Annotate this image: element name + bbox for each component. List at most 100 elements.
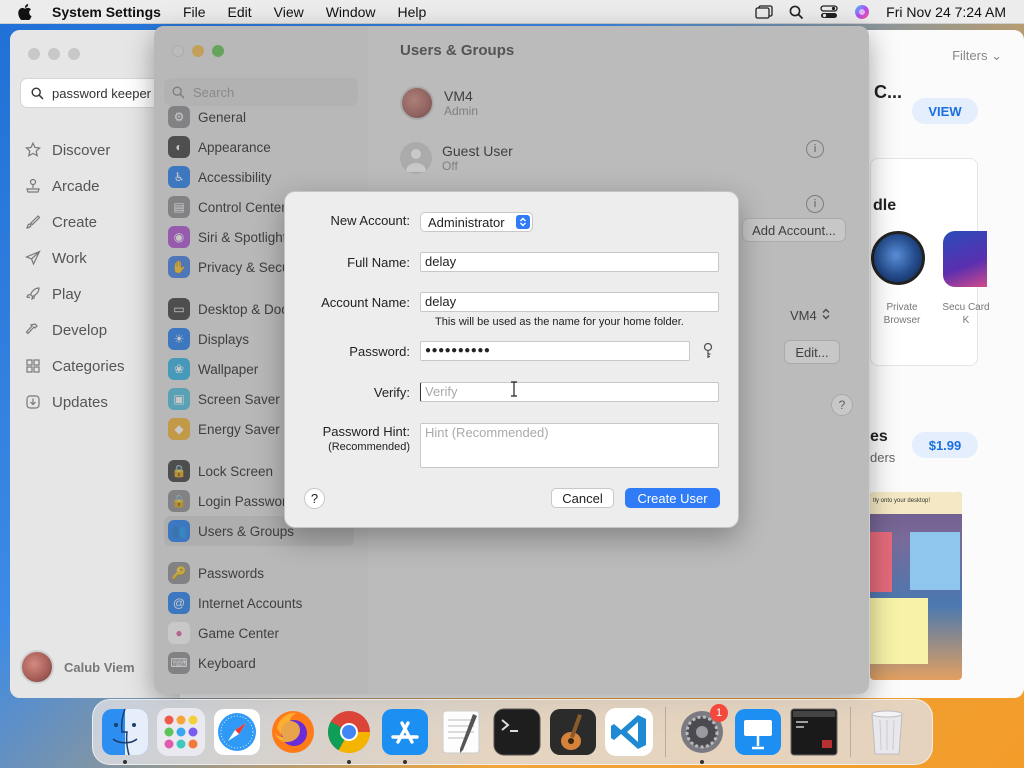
password-field[interactable]: ●●●●●●●●●● [420,341,690,361]
nav-label: Arcade [52,177,100,195]
full-name-field[interactable]: delay [420,252,719,272]
app-screenshot[interactable]: tly onto your desktop! [870,492,962,680]
chrome-icon[interactable] [325,708,373,764]
garageband-icon[interactable] [549,708,597,756]
price-button[interactable]: $1.99 [912,432,978,458]
dock-separator [850,707,851,757]
nav-categories[interactable]: Categories [24,348,125,384]
bundle-card[interactable]: dle Private Browser Secu Card K [870,158,990,366]
settings-category-icon: ▣ [168,388,190,410]
search-icon [31,86,44,100]
secure-card-app-icon[interactable] [943,231,987,287]
launchpad-icon[interactable] [157,708,205,756]
settings-category-icon: ◉ [168,226,190,248]
zoom-button[interactable] [68,48,80,60]
nav-discover[interactable]: Discover [24,132,125,168]
menu-file[interactable]: File [183,4,206,20]
keynote-icon[interactable] [734,708,782,756]
settings-category-icon: 🔒 [168,490,190,512]
sidebar-item[interactable]: ⚙ General [168,102,358,132]
grid-icon [24,357,42,375]
menu-app-name[interactable]: System Settings [52,4,161,20]
help-button[interactable]: ? [831,394,853,416]
user-role: Admin [444,104,479,118]
textedit-icon[interactable] [437,708,485,756]
menu-view[interactable]: View [274,4,304,20]
avatar [20,650,54,684]
siri-icon[interactable] [854,4,870,20]
create-user-button[interactable]: Create User [625,488,720,508]
nav-arcade[interactable]: Arcade [24,168,125,204]
nav-work[interactable]: Work [24,240,125,276]
info-icon[interactable]: i [806,195,824,213]
account-name-field[interactable]: delay [420,292,719,312]
app-store-icon[interactable] [381,708,429,764]
sidebar-item-label: Control Center [198,199,286,215]
user-row-guest[interactable]: Guest User Off [400,142,513,174]
key-icon[interactable] [701,342,715,360]
minimize-button[interactable] [192,45,204,57]
system-settings-icon[interactable]: 1 [678,704,728,764]
rocket-icon [24,285,42,303]
sidebar-item-label: Passwords [198,565,265,581]
sidebar-item[interactable]: ⌨ Keyboard [168,648,358,678]
sidebar-item[interactable]: @ Internet Accounts [168,588,358,618]
menu-help[interactable]: Help [398,4,427,20]
view-button[interactable]: VIEW [912,98,978,124]
account-type-value: Administrator [428,214,505,230]
nav-play[interactable]: Play [24,276,125,312]
verify-field[interactable]: Verify [420,382,719,402]
password-hint-field[interactable]: Hint (Recommended) [420,423,719,468]
sticky-note [870,598,928,664]
finder-icon[interactable] [101,708,149,764]
paper-plane-icon [24,249,42,267]
close-button[interactable] [172,45,184,57]
edit-button[interactable]: Edit... [784,340,840,364]
full-name-label: Full Name: [347,255,410,270]
zoom-button[interactable] [212,45,224,57]
info-icon[interactable]: i [806,140,824,158]
menu-window[interactable]: Window [326,4,376,20]
settings-window-controls [172,45,224,57]
avatar [400,86,434,120]
terminal-icon[interactable] [493,708,541,756]
minimize-button[interactable] [48,48,60,60]
menu-edit[interactable]: Edit [228,4,252,20]
nav-updates[interactable]: Updates [24,384,125,420]
bundle-heading: dle [873,197,897,214]
verify-label: Verify: [373,385,410,400]
spotlight-search-icon[interactable] [789,5,804,20]
control-center-icon[interactable] [820,5,838,19]
sidebar-item-label: Accessibility [198,169,272,185]
sidebar-item[interactable]: ♿ Accessibility [168,162,358,192]
app-store-window-controls [28,48,80,60]
private-browser-app-icon[interactable] [871,231,925,285]
help-button[interactable]: ? [304,488,325,509]
user-row-vm4[interactable]: VM4 Admin [400,86,478,120]
nav-create[interactable]: Create [24,204,125,240]
trash-icon[interactable] [863,708,911,756]
sidebar-item[interactable]: ● Game Center [168,618,358,648]
auto-login-select[interactable]: VM4 [790,308,830,323]
sidebar-item[interactable]: 🔑 Passwords [168,558,358,588]
account-type-popup[interactable]: Administrator [420,212,533,232]
stage-manager-icon[interactable] [755,5,773,19]
apple-menu-icon[interactable] [18,3,38,20]
nav-label: Categories [52,357,125,375]
sidebar-item-label: Internet Accounts [198,595,303,611]
download-icon [24,393,42,411]
story-heading: C... [874,82,903,102]
menu-clock[interactable]: Fri Nov 24 7:24 AM [886,4,1006,20]
firefox-icon[interactable] [269,708,317,756]
nav-develop[interactable]: Develop [24,312,125,348]
cancel-button[interactable]: Cancel [551,488,614,508]
sidebar-item-label: Wallpaper [198,361,259,377]
add-account-button[interactable]: Add Account... [742,218,846,242]
vscode-icon[interactable] [605,708,653,756]
safari-icon[interactable] [213,708,261,756]
app-store-account[interactable]: Calub Viem [20,650,135,684]
zen-terminal-icon[interactable] [790,708,838,756]
sidebar-item-label: Displays [198,331,250,347]
sidebar-item[interactable]: ◐ Appearance [168,132,358,162]
close-button[interactable] [28,48,40,60]
